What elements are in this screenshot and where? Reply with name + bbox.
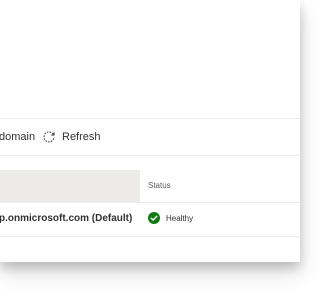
screen: domain Refresh Status p.onmicrosoft.com … [0, 0, 300, 300]
refresh-button[interactable]: Refresh [42, 128, 101, 146]
refresh-label: Refresh [62, 131, 101, 143]
domains-panel: domain Refresh Status p.onmicrosoft.com … [0, 0, 300, 262]
table-row[interactable]: p.onmicrosoft.com (Default) Healthy [0, 202, 300, 237]
add-domain-label: domain [0, 131, 36, 143]
add-domain-button[interactable]: domain [0, 128, 35, 146]
domain-name-cell[interactable]: p.onmicrosoft.com (Default) [0, 213, 132, 224]
status-label: Healthy [166, 213, 194, 223]
table-header: Status [0, 170, 300, 203]
panel-header-area [0, 0, 300, 119]
column-header-name[interactable] [0, 170, 140, 202]
status-cell: Healthy [148, 212, 193, 224]
refresh-icon [42, 130, 56, 144]
column-header-status[interactable]: Status [148, 181, 171, 190]
command-bar: domain Refresh [0, 119, 300, 156]
check-circle-icon [148, 212, 160, 224]
